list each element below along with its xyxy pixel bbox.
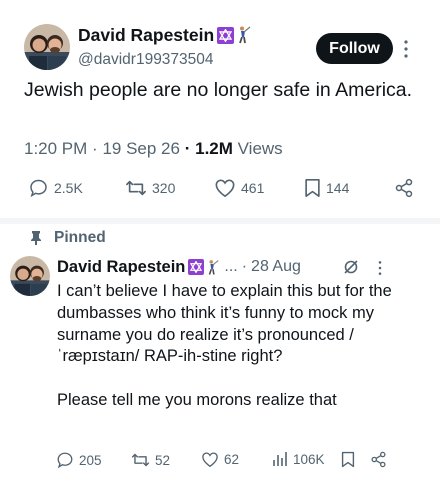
bookmark-icon: [305, 179, 320, 197]
like-count: 62: [224, 452, 240, 467]
heart-icon: [202, 452, 218, 468]
author-name-row[interactable]: David Rapestein: [78, 24, 252, 46]
reply-icon: [57, 452, 73, 469]
reply-button[interactable]: 205: [56, 451, 102, 469]
share-button[interactable]: [370, 451, 387, 468]
name-truncation: ...: [224, 258, 238, 275]
star-of-david-icon: [217, 26, 235, 44]
tweet-text: I can’t believe I have to explain this b…: [57, 282, 392, 409]
repost-icon: [126, 180, 146, 196]
tweet-date[interactable]: 19 Sep 26: [102, 139, 180, 158]
tweet-date[interactable]: 28 Aug: [251, 258, 301, 276]
author-display-name[interactable]: David Rapestein: [57, 258, 185, 277]
golfer-icon: [236, 26, 252, 44]
tweet-time[interactable]: 1:20 PM: [24, 139, 87, 158]
heart-icon: [215, 179, 235, 198]
avatar[interactable]: [24, 24, 70, 70]
more-options-icon[interactable]: [377, 260, 383, 276]
share-icon: [371, 451, 386, 468]
star-of-david-icon: [188, 259, 205, 275]
avatar-photo: [10, 256, 50, 296]
bookmark-button[interactable]: [341, 451, 355, 468]
avatar-photo: [24, 24, 70, 70]
tweet-meta: 1:20 PM · 19 Sep 26 · 1.2M Views: [24, 139, 283, 159]
repost-count: 52: [155, 452, 171, 468]
like-button[interactable]: 62: [201, 451, 239, 468]
repost-button[interactable]: 52: [131, 451, 170, 469]
tweet-actions: 2.5K 320 461 144: [28, 178, 418, 200]
views-count[interactable]: 1.2M: [195, 139, 233, 158]
author-name-row[interactable]: David Rapestein ... · 28 Aug: [57, 256, 301, 278]
golfer-icon: [206, 259, 220, 276]
views-button[interactable]: 106K: [272, 451, 325, 467]
like-button[interactable]: 461: [214, 178, 264, 198]
bookmark-icon: [341, 451, 355, 468]
bookmark-button[interactable]: 144: [304, 178, 349, 198]
repost-count: 320: [152, 180, 176, 196]
views-count: 106K: [293, 451, 325, 467]
more-options-icon[interactable]: [403, 39, 409, 59]
share-button[interactable]: [394, 178, 414, 198]
reply-count: 205: [79, 452, 102, 468]
tweet-text: Jewish people are no longer safe in Amer…: [24, 79, 413, 101]
grok-icon[interactable]: [343, 259, 359, 280]
views-chart-icon: [273, 452, 287, 466]
reply-count: 2.5K: [54, 180, 83, 196]
separator-dot: ·: [241, 258, 248, 275]
separator-dot: ·: [184, 139, 191, 158]
repost-icon: [131, 453, 150, 467]
reply-icon: [30, 179, 47, 198]
like-count: 461: [241, 180, 265, 196]
pinned-indicator: Pinned: [30, 229, 106, 247]
share-icon: [395, 178, 413, 198]
avatar[interactable]: [10, 256, 50, 296]
bookmark-count: 144: [326, 180, 350, 196]
tweet-actions: 205 52 62 106K: [56, 451, 436, 471]
follow-button[interactable]: Follow: [316, 33, 393, 64]
pin-icon: [31, 231, 41, 245]
pinned-label: Pinned: [54, 229, 106, 246]
separator-dot: ·: [92, 139, 98, 158]
repost-button[interactable]: 320: [125, 178, 175, 198]
views-label: Views: [237, 139, 283, 158]
reply-button[interactable]: 2.5K: [28, 178, 83, 198]
author-handle[interactable]: @davidr199373504: [78, 51, 214, 69]
author-display-name[interactable]: David Rapestein: [78, 25, 214, 46]
main-tweet: David Rapestein @davidr199373504 Follow …: [0, 0, 440, 218]
